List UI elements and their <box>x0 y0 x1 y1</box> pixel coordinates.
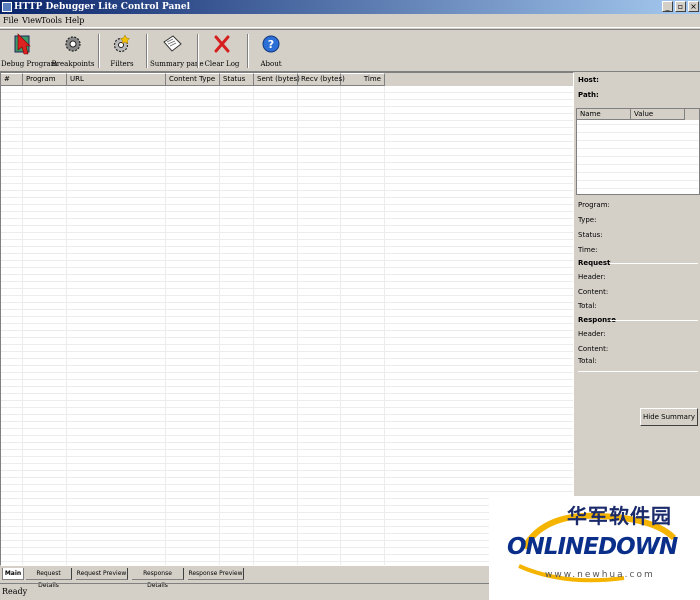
clear-log-button[interactable]: Clear Log <box>202 32 242 70</box>
grid-line <box>165 86 166 565</box>
menu-tools[interactable]: Tools <box>41 14 62 28</box>
about-button[interactable]: ? About <box>252 32 290 70</box>
requests-list[interactable]: # Program URL Content Type Status Sent (… <box>0 72 574 566</box>
summary-panel: Host: Path: Name Value Program: Type: St… <box>576 72 700 566</box>
response-header-label: Header: <box>578 330 606 338</box>
response-total-label: Total: <box>578 357 597 365</box>
menu-bar: File View Tools Help <box>0 14 700 28</box>
request-content-label: Content: <box>578 288 609 296</box>
grid-line <box>297 86 298 565</box>
grid-line <box>340 86 341 565</box>
status-label: Status: <box>578 231 603 239</box>
hide-summary-button[interactable]: Hide Summary <box>640 408 698 426</box>
grid-line <box>22 86 23 565</box>
tab-main[interactable]: Main <box>2 568 24 580</box>
menu-view[interactable]: View <box>22 14 42 28</box>
headers-grid[interactable]: Name Value <box>576 108 700 195</box>
watermark-url: www.newhua.com <box>545 570 655 580</box>
summary-pane-button[interactable]: Summary pane <box>150 32 204 70</box>
debug-program-button[interactable]: Debug Program <box>1 32 58 70</box>
minimize-button[interactable]: _ <box>662 1 673 12</box>
breakpoints-gear-icon <box>65 36 81 52</box>
tab-request-preview[interactable]: Request Preview <box>76 568 128 580</box>
time-label: Time: <box>578 246 598 254</box>
grid-line <box>66 86 67 565</box>
about-help-icon: ? <box>262 35 280 53</box>
clear-log-x-icon <box>214 35 230 53</box>
tab-response-preview[interactable]: Response Preview <box>188 568 244 580</box>
grid-line <box>219 86 220 565</box>
type-label: Type: <box>578 216 597 224</box>
filters-button[interactable]: Filters <box>102 32 142 70</box>
breakpoints-label: Breakpoints <box>51 60 95 68</box>
column-header-sent[interactable]: Sent (bytes) <box>254 73 300 86</box>
headers-grid-header: Name Value <box>577 109 699 120</box>
request-divider <box>610 263 698 264</box>
watermark-logo: ONLINEDOWN <box>507 534 678 560</box>
column-header-time[interactable]: Time <box>341 73 385 86</box>
app-icon <box>2 2 12 12</box>
grid-line <box>384 86 385 565</box>
filters-gear-icon <box>113 34 131 53</box>
toolbar-separator <box>146 34 148 68</box>
list-header: # Program URL Content Type Status Sent (… <box>1 73 573 86</box>
column-header-content-type[interactable]: Content Type <box>166 73 220 86</box>
summary-divider <box>578 371 698 372</box>
column-header-status[interactable]: Status <box>220 73 254 86</box>
watermark-chinese: 华军软件园 <box>567 504 672 528</box>
toolbar-separator <box>247 34 249 68</box>
tab-request-details[interactable]: Request Details <box>26 568 72 589</box>
toolbar: Debug Program Breakpoints Filters Summar… <box>0 29 700 72</box>
title-bar: HTTP Debugger Lite Control Panel _ ▫ × <box>0 0 700 14</box>
grid-line <box>253 86 254 565</box>
breakpoints-button[interactable]: Breakpoints <box>51 32 95 70</box>
request-header-label: Header: <box>578 273 606 281</box>
summary-pane-label: Summary pane <box>150 60 204 68</box>
debug-program-icon <box>14 33 31 55</box>
filters-label: Filters <box>110 60 134 68</box>
column-header-program[interactable]: Program <box>23 73 67 86</box>
program-label: Program: <box>578 201 610 209</box>
toolbar-separator <box>197 34 199 68</box>
column-header-url[interactable]: URL <box>67 73 166 86</box>
grid-column-name[interactable]: Name <box>577 109 631 120</box>
request-heading: Request <box>578 259 611 267</box>
svg-text:?: ? <box>268 38 274 51</box>
host-label: Host: <box>578 76 599 84</box>
tab-response-details[interactable]: Response Details <box>132 568 184 589</box>
close-button[interactable]: × <box>688 1 699 12</box>
toolbar-separator <box>98 34 100 68</box>
maximize-button[interactable]: ▫ <box>675 1 686 12</box>
column-header-number[interactable]: # <box>1 73 23 86</box>
status-text: Ready <box>2 587 28 596</box>
response-divider <box>610 320 698 321</box>
clear-log-label: Clear Log <box>204 60 240 68</box>
menu-help[interactable]: Help <box>65 14 84 28</box>
grid-column-value[interactable]: Value <box>631 109 685 120</box>
request-total-label: Total: <box>578 302 597 310</box>
path-label: Path: <box>578 91 599 99</box>
column-header-recv[interactable]: Recv (bytes) <box>298 73 345 86</box>
list-body <box>1 86 573 565</box>
menu-file[interactable]: File <box>3 14 18 28</box>
debug-program-label: Debug Program <box>1 60 58 68</box>
summary-pane-icon <box>163 35 182 52</box>
response-content-label: Content: <box>578 345 609 353</box>
window-title: HTTP Debugger Lite Control Panel <box>14 2 191 12</box>
about-label: About <box>260 60 282 68</box>
watermark: 华军软件园 ONLINEDOWN www.newhua.com <box>489 496 700 600</box>
